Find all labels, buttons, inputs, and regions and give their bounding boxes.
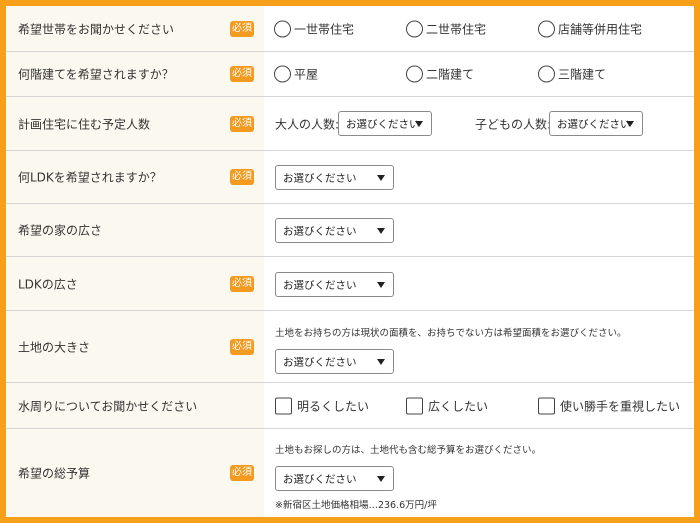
select-value: お選びください: [283, 172, 357, 184]
land-size-note: 土地をお持ちの方は現状の面積を、お持ちでない方は希望面積をお選びください。: [275, 328, 627, 339]
select-value: お選びください: [283, 356, 357, 368]
option-label: 明るくしたい: [297, 399, 370, 413]
dropdown-caret-icon: [377, 227, 385, 234]
radio-option-one-floor[interactable]: 平屋: [274, 65, 319, 83]
ldk-size-select[interactable]: お選びください: [275, 272, 394, 297]
adults-select[interactable]: お選びください: [338, 111, 432, 136]
label-cell: 希望世帯をお聞かせください 必須: [6, 6, 264, 51]
row-ldk-size: LDKの広さ 必須 お選びください: [6, 257, 694, 311]
field-label: 土地の大きさ: [18, 340, 91, 354]
label-cell: 何LDKを希望されますか？ 必須: [6, 151, 264, 203]
radio-option-two-household[interactable]: 二世帯住宅: [406, 20, 486, 37]
adults-label: 大人の人数:: [275, 117, 340, 131]
radio-option-two-floors[interactable]: 二階建て: [406, 65, 475, 83]
required-badge: 必須: [230, 169, 254, 185]
required-badge: 必須: [230, 66, 254, 82]
value-cell: 平屋 二階建て 三階建て: [264, 52, 694, 96]
label-cell: 希望の総予算 必須: [6, 429, 264, 517]
required-badge: 必須: [230, 115, 254, 132]
label-cell: 希望の家の広さ: [6, 204, 264, 256]
dropdown-caret-icon: [415, 120, 423, 127]
select-value: お選びください: [346, 118, 420, 130]
required-badge: 必須: [230, 465, 254, 481]
label-cell: 何階建てを希望されますか？ 必須: [6, 52, 264, 96]
radio-button[interactable]: [274, 20, 291, 37]
value-cell: お選びください: [264, 151, 694, 203]
row-water: 水周りについてお聞かせください 明るくしたい 広くしたい 使い勝手を重視したい: [6, 383, 694, 429]
field-label: 水周りについてお聞かせください: [18, 399, 198, 413]
row-land-size: 土地の大きさ 必須 土地をお持ちの方は現状の面積を、お持ちでない方は希望面積をお…: [6, 311, 694, 383]
required-badge: 必須: [230, 20, 254, 37]
checkbox[interactable]: [538, 397, 555, 414]
children-select[interactable]: お選びください: [549, 111, 643, 136]
select-value: お選びください: [557, 118, 631, 130]
option-label: 使い勝手を重視したい: [560, 399, 681, 413]
checkbox-option-usability[interactable]: 使い勝手を重視したい: [538, 397, 680, 414]
field-label: 何階建てを希望されますか？: [18, 67, 174, 82]
field-label: 希望の家の広さ: [18, 223, 103, 238]
option-label: 二階建て: [426, 67, 475, 82]
label-cell: 土地の大きさ 必須: [6, 311, 264, 382]
radio-button[interactable]: [406, 65, 423, 83]
option-label: 平屋: [294, 67, 319, 82]
select-value: お選びください: [283, 473, 357, 485]
budget-note: 土地もお探しの方は、土地代も含む総予算をお選びください。: [275, 445, 542, 456]
required-badge: 必須: [230, 275, 254, 292]
row-budget: 希望の総予算 必須 土地もお探しの方は、土地代も含む総予算をお選びください。 お…: [6, 429, 694, 517]
required-badge: 必須: [230, 338, 254, 355]
label-cell: 計画住宅に住む予定人数 必須: [6, 97, 264, 150]
checkbox-option-spacious[interactable]: 広くしたい: [406, 397, 488, 414]
option-label: 店舗等併用住宅: [558, 22, 643, 36]
value-cell: 明るくしたい 広くしたい 使い勝手を重視したい: [264, 383, 694, 428]
row-household: 希望世帯をお聞かせください 必須 一世帯住宅 二世帯住宅 店舗等併用住宅: [6, 6, 694, 52]
budget-select[interactable]: お選びください: [275, 466, 394, 491]
label-cell: 水周りについてお聞かせください: [6, 383, 264, 428]
dropdown-caret-icon: [377, 358, 385, 365]
price-note: ※新宿区土地価格相場…236.6万円/坪: [275, 500, 437, 511]
select-value: お選びください: [283, 225, 357, 237]
row-house-size: 希望の家の広さ お選びください: [6, 204, 694, 257]
value-cell: 土地をお持ちの方は現状の面積を、お持ちでない方は希望面積をお選びください。 お選…: [264, 311, 694, 382]
field-label: 希望の総予算: [18, 466, 91, 481]
checkbox[interactable]: [406, 397, 423, 414]
value-cell: 土地もお探しの方は、土地代も含む総予算をお選びください。 お選びください ※新宿…: [264, 429, 694, 517]
radio-option-single-household[interactable]: 一世帯住宅: [274, 20, 354, 37]
option-label: 二世帯住宅: [426, 22, 487, 36]
row-floors: 何階建てを希望されますか？ 必須 平屋 二階建て 三階建て: [6, 52, 694, 97]
row-residents: 計画住宅に住む予定人数 必須 大人の人数: お選びください 子どもの人数: お選…: [6, 97, 694, 151]
ldk-select[interactable]: お選びください: [275, 165, 394, 190]
field-label: 計画住宅に住む予定人数: [18, 117, 151, 131]
dropdown-caret-icon: [377, 475, 385, 482]
field-label: 何LDKを希望されますか？: [18, 170, 162, 185]
checkbox[interactable]: [275, 397, 292, 414]
house-size-select[interactable]: お選びください: [275, 218, 394, 243]
row-ldk: 何LDKを希望されますか？ 必須 お選びください: [6, 151, 694, 204]
select-value: お選びください: [283, 279, 357, 291]
radio-button[interactable]: [406, 20, 423, 37]
field-label: 希望世帯をお聞かせください: [18, 22, 175, 36]
dropdown-caret-icon: [377, 174, 385, 181]
radio-button[interactable]: [538, 65, 555, 83]
checkbox-option-bright[interactable]: 明るくしたい: [275, 397, 369, 414]
option-label: 広くしたい: [428, 399, 489, 413]
option-label: 三階建て: [558, 67, 607, 82]
radio-button[interactable]: [274, 65, 291, 83]
form-frame: 希望世帯をお聞かせください 必須 一世帯住宅 二世帯住宅 店舗等併用住宅 何階建…: [6, 6, 694, 517]
dropdown-caret-icon: [377, 281, 385, 288]
dropdown-caret-icon: [626, 120, 634, 127]
land-size-select[interactable]: お選びください: [275, 349, 394, 374]
value-cell: お選びください: [264, 257, 694, 310]
children-label: 子どもの人数:: [475, 117, 552, 131]
value-cell: 一世帯住宅 二世帯住宅 店舗等併用住宅: [264, 6, 694, 51]
radio-button[interactable]: [538, 20, 555, 37]
value-cell: 大人の人数: お選びください 子どもの人数: お選びください: [264, 97, 694, 150]
radio-option-shop-combined[interactable]: 店舗等併用住宅: [538, 20, 642, 37]
option-label: 一世帯住宅: [294, 22, 355, 36]
label-cell: LDKの広さ 必須: [6, 257, 264, 310]
value-cell: お選びください: [264, 204, 694, 256]
radio-option-three-floors[interactable]: 三階建て: [538, 65, 607, 83]
field-label: LDKの広さ: [18, 277, 78, 291]
